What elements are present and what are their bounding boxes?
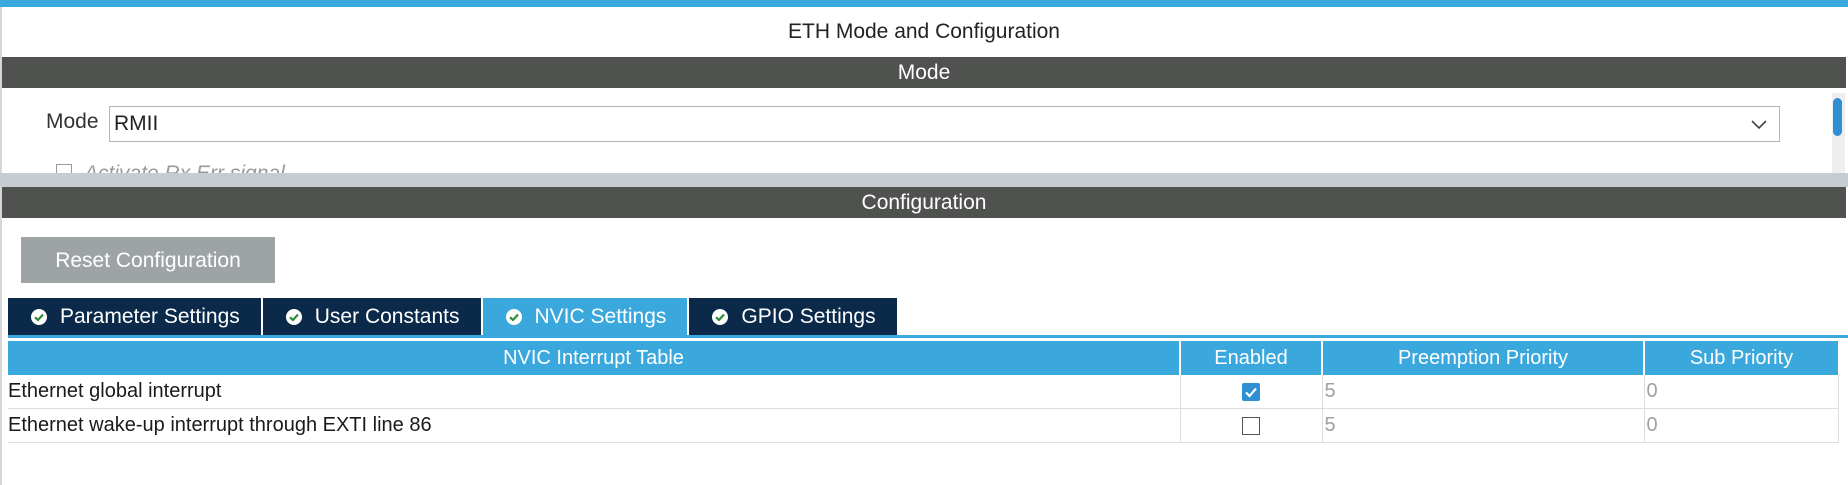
column-header-enabled[interactable]: Enabled — [1180, 341, 1323, 375]
tab-label: User Constants — [314, 305, 460, 328]
enabled-cell[interactable] — [1180, 375, 1323, 409]
tab-gpio-settings[interactable]: GPIO Settings — [689, 298, 899, 335]
interrupt-name: Ethernet global interrupt — [8, 375, 1181, 409]
sub-priority[interactable]: 0 — [1644, 408, 1839, 443]
tab-underline — [8, 335, 1848, 338]
table-header-row: NVIC Interrupt Table Enabled Preemption … — [8, 341, 1838, 375]
mode-scrollbar-thumb[interactable] — [1833, 98, 1842, 136]
tab-nvic-settings[interactable]: NVIC Settings — [482, 298, 690, 335]
check-circle-icon — [505, 308, 522, 325]
column-header-preemption[interactable]: Preemption Priority — [1322, 341, 1645, 375]
preemption-priority[interactable]: 5 — [1322, 408, 1645, 443]
activate-rx-err-option[interactable]: Activate Rx Err signal — [56, 160, 456, 173]
tab-label: Parameter Settings — [60, 305, 240, 328]
tab-label: NVIC Settings — [534, 305, 667, 328]
check-circle-icon — [31, 308, 47, 325]
chevron-down-icon — [1751, 120, 1767, 130]
config-tabs: Parameter Settings User Constants NVIC S… — [8, 298, 899, 335]
check-circle-icon — [712, 308, 729, 325]
table-row[interactable]: Ethernet global interrupt 5 0 — [8, 375, 1839, 409]
window-accent-bar — [0, 0, 1848, 7]
enabled-cell[interactable] — [1180, 408, 1323, 443]
panel-title: ETH Mode and Configuration — [788, 20, 1060, 43]
enabled-checkbox-unchecked[interactable] — [1242, 416, 1260, 435]
sub-priority[interactable]: 0 — [1644, 375, 1839, 409]
interrupt-name: Ethernet wake-up interrupt through EXTI … — [8, 408, 1181, 443]
table-row[interactable]: Ethernet wake-up interrupt through EXTI … — [8, 408, 1839, 443]
mode-select[interactable]: RMII — [109, 106, 1780, 142]
rx-err-checkbox[interactable] — [56, 164, 72, 173]
preemption-priority[interactable]: 5 — [1322, 375, 1645, 409]
tab-user-constants[interactable]: User Constants — [262, 298, 483, 335]
tab-parameter-settings[interactable]: Parameter Settings — [8, 298, 263, 335]
rx-err-label: Activate Rx Err signal — [84, 162, 285, 173]
mode-select-value: RMII — [114, 112, 159, 135]
column-header-interrupt[interactable]: NVIC Interrupt Table — [8, 341, 1181, 375]
enabled-checkbox-checked[interactable] — [1242, 382, 1260, 401]
tab-label: GPIO Settings — [741, 305, 876, 328]
check-circle-icon — [285, 308, 302, 325]
configuration-section-header: Configuration — [2, 187, 1846, 218]
column-header-sub-priority[interactable]: Sub Priority — [1644, 341, 1838, 375]
mode-section-header: Mode — [2, 57, 1846, 88]
nvic-interrupt-table: NVIC Interrupt Table Enabled Preemption … — [8, 341, 1839, 443]
reset-configuration-button[interactable]: Reset Configuration — [21, 237, 275, 283]
mode-label: Mode — [46, 110, 99, 133]
pane-splitter[interactable] — [0, 173, 1848, 187]
